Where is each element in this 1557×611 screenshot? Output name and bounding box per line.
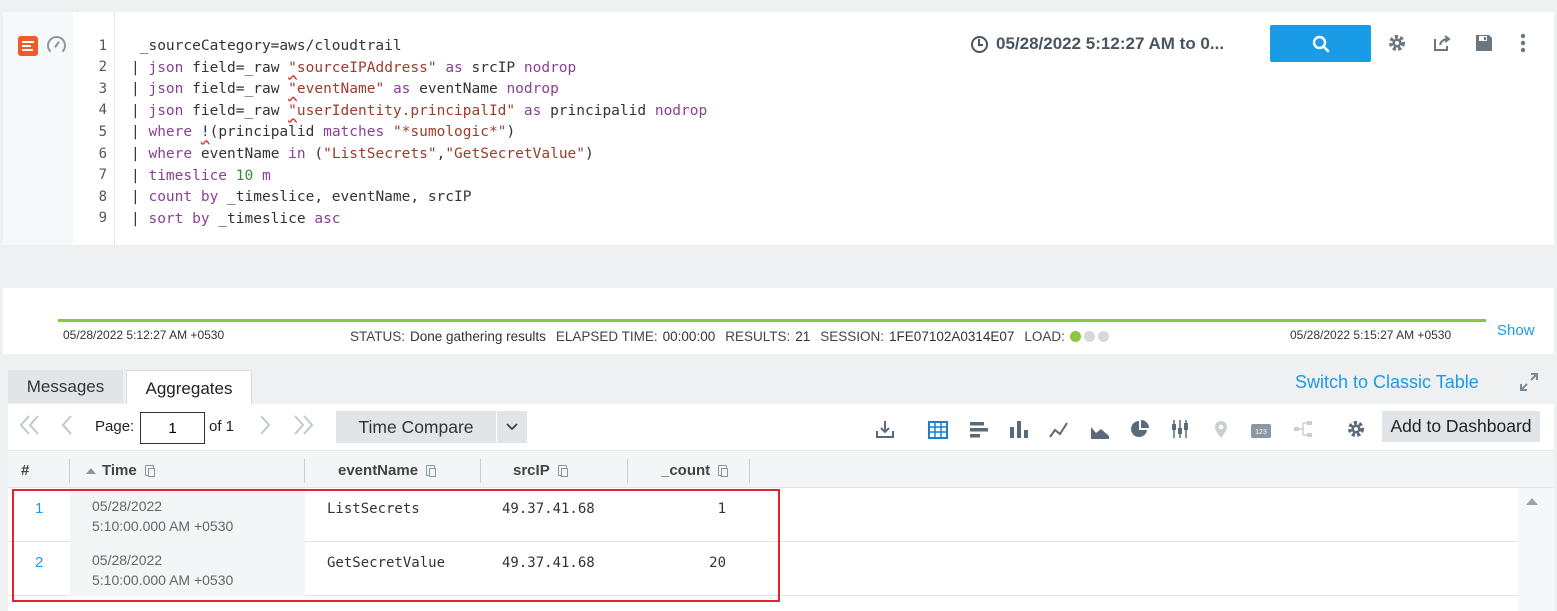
vertical-scrollbar[interactable] (1518, 488, 1554, 611)
status-value: Done gathering results (410, 329, 546, 344)
copy-icon[interactable] (144, 464, 155, 477)
table-header: # Time eventName srcIP _count (8, 450, 1554, 488)
elapsed-label: ELAPSED TIME: (555, 329, 658, 344)
header-count[interactable]: _count (661, 451, 729, 489)
area-chart-icon[interactable] (1089, 417, 1111, 439)
line-number: 5 (98, 124, 107, 140)
document-icon[interactable] (18, 36, 38, 56)
highlight-box (12, 489, 780, 602)
copy-icon[interactable] (718, 464, 729, 477)
status-summary: STATUS: Done gathering results ELAPSED T… (350, 329, 1109, 344)
session-value: 1FE07102A0314E07 (889, 329, 1015, 344)
line-number: 2 (98, 59, 107, 75)
download-icon[interactable] (874, 417, 896, 439)
page-label: Page: (95, 418, 135, 435)
last-page-icon[interactable] (291, 414, 315, 443)
results-label: RESULTS: (725, 329, 791, 344)
time-range-text: 05/28/2022 5:12:27 AM to 0... (996, 34, 1225, 53)
clock-icon (971, 35, 988, 53)
header-count-label: _count (661, 461, 711, 479)
header-num: # (21, 461, 30, 479)
copy-icon[interactable] (426, 464, 437, 477)
start-time: 05/28/2022 5:12:27 AM +0530 (63, 328, 225, 342)
flow-icon[interactable] (1292, 417, 1314, 439)
chevron-down-icon (506, 423, 518, 431)
line-numbers: 1 2 3 4 5 6 7 8 9 (73, 12, 115, 245)
line-number: 1 (98, 38, 107, 54)
results-toolbar: Page: of 1 Time Compare (8, 404, 1554, 450)
line-number: 8 (98, 189, 107, 205)
line-number: 3 (98, 81, 107, 97)
editor-gutter (3, 12, 73, 245)
query-text[interactable]: _sourceCategory=aws/cloudtrail | json fi… (131, 36, 707, 230)
copy-icon[interactable] (557, 464, 568, 477)
query-editor[interactable]: 1 2 3 4 5 6 7 8 9 _sourceCategory=aws/cl… (3, 12, 1554, 245)
header-time-label: Time (102, 461, 137, 479)
column-chart-icon[interactable] (1008, 417, 1030, 439)
show-link[interactable]: Show (1497, 322, 1535, 339)
time-compare-dropdown[interactable] (497, 411, 527, 443)
gear-icon[interactable] (1386, 32, 1408, 54)
single-value-icon[interactable]: 123 (1250, 417, 1272, 439)
header-src[interactable]: srcIP (513, 451, 568, 489)
search-button[interactable] (1270, 25, 1371, 62)
line-number: 4 (98, 102, 107, 118)
header-src-label: srcIP (513, 461, 550, 479)
save-icon[interactable] (1473, 32, 1495, 54)
time-range-picker[interactable]: 05/28/2022 5:12:27 AM to 0... (971, 34, 1224, 54)
results-value: 21 (795, 329, 811, 344)
line-chart-icon[interactable] (1048, 417, 1070, 439)
header-event-label: eventName (338, 461, 419, 479)
session-label: SESSION: (820, 329, 885, 344)
share-icon[interactable] (1431, 32, 1453, 54)
expand-icon[interactable] (1519, 372, 1541, 394)
tab-aggregates[interactable]: Aggregates (126, 370, 252, 406)
add-to-dashboard-button[interactable]: Add to Dashboard (1382, 411, 1540, 442)
gauge-icon[interactable] (47, 36, 66, 55)
bar-chart-icon[interactable] (968, 417, 990, 439)
header-time[interactable]: Time (86, 451, 155, 489)
map-pin-icon[interactable] (1210, 417, 1232, 439)
next-page-icon[interactable] (258, 414, 272, 443)
status-label: STATUS: (350, 329, 406, 344)
sort-asc-icon (86, 467, 96, 474)
box-plot-icon[interactable] (1169, 417, 1191, 439)
page-count: of 1 (209, 418, 235, 435)
tab-messages[interactable]: Messages (8, 370, 123, 403)
end-time: 05/28/2022 5:15:27 AM +0530 (1290, 328, 1452, 342)
line-number: 9 (98, 210, 107, 226)
load-indicator (1069, 331, 1109, 342)
table-view-icon[interactable] (927, 417, 949, 439)
gear-icon[interactable] (1345, 417, 1367, 439)
header-event[interactable]: eventName (338, 451, 437, 489)
load-label: LOAD: (1024, 329, 1065, 344)
progress-bar (58, 319, 1486, 322)
svg-text:123: 123 (1255, 429, 1267, 436)
search-icon (1312, 35, 1329, 52)
first-page-icon[interactable] (18, 414, 42, 443)
pie-chart-icon[interactable] (1129, 417, 1151, 439)
page-input[interactable] (140, 412, 205, 444)
elapsed-value: 00:00:00 (662, 329, 716, 344)
prev-page-icon[interactable] (60, 414, 74, 443)
status-bar: 05/28/2022 5:12:27 AM +0530 STATUS: Done… (3, 288, 1554, 354)
line-number: 6 (98, 146, 107, 162)
line-number: 7 (98, 167, 107, 183)
scroll-up-icon[interactable] (1526, 498, 1538, 505)
more-vertical-icon[interactable] (1512, 32, 1534, 54)
time-compare-button[interactable]: Time Compare (336, 411, 496, 443)
switch-classic-table-link[interactable]: Switch to Classic Table (1295, 372, 1479, 393)
